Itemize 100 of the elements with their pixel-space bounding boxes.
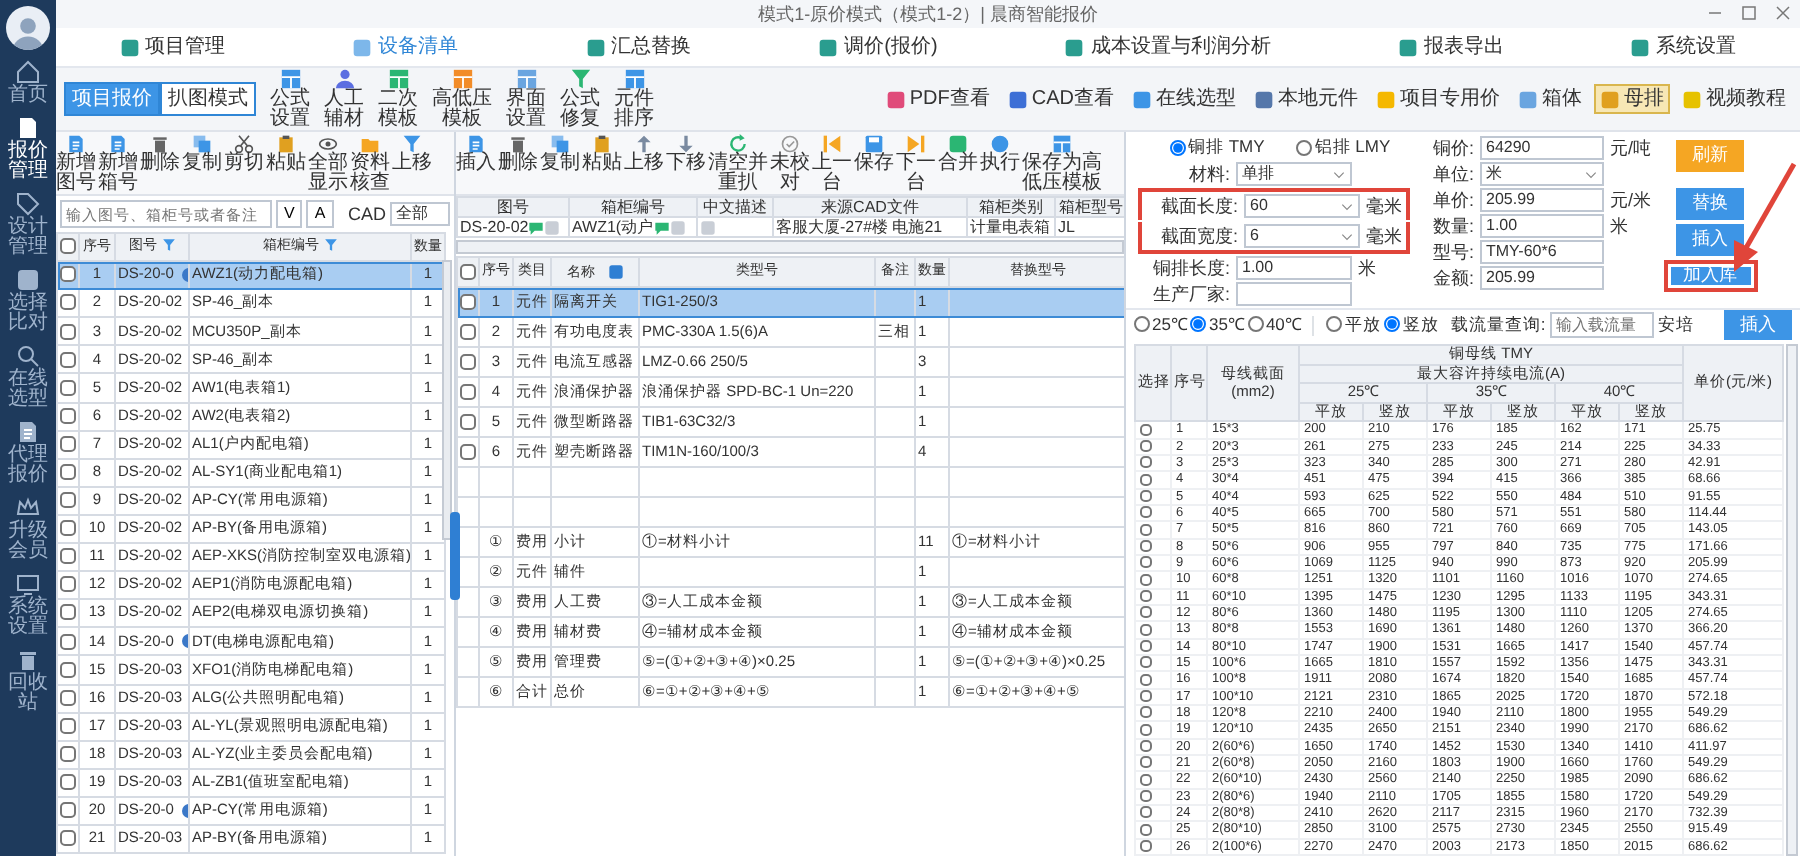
row-checkbox[interactable] (1140, 823, 1152, 836)
toolbar-button[interactable]: 公式设置 (270, 68, 310, 130)
row-checkbox[interactable] (460, 384, 476, 401)
text-field[interactable]: 1.00 (1480, 214, 1604, 238)
sidebar-item[interactable]: 系统设置 (8, 572, 48, 638)
row-checkbox[interactable] (1140, 789, 1152, 802)
sidebar-item[interactable]: 首页 (8, 60, 48, 106)
toolbar-button[interactable]: 删除 (498, 134, 538, 174)
toolbar-button[interactable]: 本地元件 (1248, 83, 1364, 115)
radio-button[interactable] (1247, 316, 1264, 333)
toolbar-button[interactable]: 保存为高低压模板 (1022, 134, 1102, 194)
row-checkbox[interactable] (60, 464, 76, 480)
row-checkbox[interactable] (1140, 506, 1152, 519)
toolbar-button[interactable]: 合并 (938, 134, 978, 174)
text-field[interactable]: 64290 (1480, 136, 1604, 160)
row-checkbox[interactable] (1140, 706, 1152, 719)
row-checkbox[interactable] (1140, 723, 1152, 736)
toolbar-button[interactable]: 人工辅材 (324, 68, 364, 130)
toolbar-button[interactable]: 在线选型 (1126, 83, 1242, 115)
row-checkbox[interactable] (60, 548, 76, 565)
toolbar-button[interactable]: CAD查看 (1001, 83, 1120, 115)
cad-filter[interactable]: 全部 (390, 202, 450, 226)
menu-tab[interactable]: 设备清单 (344, 35, 467, 59)
row-checkbox[interactable] (1140, 573, 1152, 586)
row-checkbox[interactable] (460, 294, 476, 311)
row-checkbox[interactable] (460, 354, 476, 371)
toolbar-button[interactable]: 母排 (1594, 83, 1670, 115)
radio-button[interactable] (1296, 139, 1313, 156)
square-icon[interactable] (607, 263, 623, 280)
row-checkbox[interactable] (60, 435, 76, 452)
row-checkbox[interactable] (1140, 440, 1152, 453)
menu-tab[interactable]: 调价(报价) (810, 35, 946, 59)
row-checkbox[interactable] (1140, 840, 1152, 853)
row-checkbox[interactable] (1140, 656, 1152, 669)
select-all-checkbox[interactable] (60, 238, 76, 255)
toolbar-button[interactable]: 箱体 (1512, 83, 1588, 115)
sort-button[interactable]: V (276, 200, 303, 228)
sidebar-item[interactable]: 回收站 (8, 648, 48, 714)
radio-button[interactable] (1384, 316, 1401, 333)
row-checkbox[interactable] (60, 661, 76, 678)
radio-button[interactable] (1134, 316, 1150, 333)
row-checkbox[interactable] (60, 351, 76, 368)
row-checkbox[interactable] (460, 324, 476, 341)
dropdown[interactable]: 6 (1244, 224, 1360, 248)
filter-icon[interactable] (161, 238, 175, 253)
text-field[interactable]: 205.99 (1480, 188, 1604, 212)
menu-tab[interactable]: 报表导出 (1389, 35, 1512, 59)
scrollbar[interactable] (1786, 344, 1799, 856)
row-checkbox[interactable] (60, 294, 76, 311)
sidebar-item[interactable]: 报价管理 (8, 116, 48, 182)
row-checkbox[interactable] (1140, 523, 1152, 536)
sidebar-item[interactable]: 设计管理 (8, 192, 48, 258)
toolbar-button[interactable]: 界面设置 (506, 68, 546, 130)
row-checkbox[interactable] (60, 379, 76, 396)
toolbar-button[interactable]: 元件排序 (614, 68, 654, 130)
toolbar-button[interactable]: 复制 (540, 134, 580, 174)
row-checkbox[interactable] (60, 604, 76, 621)
row-checkbox[interactable] (1140, 540, 1152, 553)
toolbar-button[interactable]: 下移 (666, 134, 706, 174)
row-checkbox[interactable] (60, 323, 76, 340)
row-checkbox[interactable] (60, 745, 76, 762)
toolbar-button[interactable]: 保存 (854, 134, 894, 174)
toolbar-button[interactable]: 清空并重扒 (708, 134, 768, 194)
row-checkbox[interactable] (60, 774, 76, 791)
row-checkbox[interactable] (1140, 623, 1152, 636)
row-checkbox[interactable] (60, 520, 76, 537)
sort-button[interactable]: A (306, 200, 334, 228)
mode-button[interactable]: 扒图模式 (160, 82, 256, 116)
row-checkbox[interactable] (1140, 590, 1152, 603)
row-checkbox[interactable] (1140, 606, 1152, 619)
sidebar-item[interactable]: 选择比对 (8, 268, 48, 334)
toolbar-button[interactable]: 粘贴 (582, 134, 622, 174)
menu-tab[interactable]: 成本设置与利润分析 (1056, 35, 1279, 59)
toolbar-button[interactable]: 上一台 (812, 134, 852, 194)
select-all-checkbox[interactable] (460, 263, 476, 280)
row-checkbox[interactable] (60, 689, 76, 706)
toolbar-button[interactable]: 全部显示 (308, 134, 348, 194)
row-checkbox[interactable] (1140, 740, 1152, 752)
radio-button[interactable] (1326, 316, 1343, 333)
row-checkbox[interactable] (1140, 456, 1152, 469)
toolbar-button[interactable]: 新增箱号 (98, 134, 138, 194)
toolbar-button[interactable]: 未校对 (770, 134, 810, 194)
toolbar-button[interactable]: 执行 (980, 134, 1020, 174)
row-checkbox[interactable] (460, 444, 476, 461)
filter-icon[interactable] (323, 238, 337, 253)
row-checkbox[interactable] (1140, 490, 1152, 503)
toolbar-button[interactable]: 复制 (182, 134, 222, 174)
toolbar-button[interactable]: 插入 (456, 134, 496, 174)
row-checkbox[interactable] (60, 576, 76, 593)
menu-tab[interactable]: 汇总替换 (577, 35, 700, 59)
sidebar-item[interactable]: 在线选型 (8, 344, 48, 410)
row-checkbox[interactable] (60, 407, 76, 424)
toolbar-button[interactable]: 高低压模板 (432, 68, 492, 130)
row-checkbox[interactable] (1140, 640, 1152, 653)
row-checkbox[interactable] (1140, 673, 1152, 686)
toolbar-button[interactable]: 公式修复 (560, 68, 600, 130)
toolbar-button[interactable]: 上移 (392, 134, 432, 174)
row-checkbox[interactable] (60, 266, 76, 283)
close-icon[interactable] (1774, 4, 1792, 22)
toolbar-button[interactable]: 粘贴 (266, 134, 306, 174)
